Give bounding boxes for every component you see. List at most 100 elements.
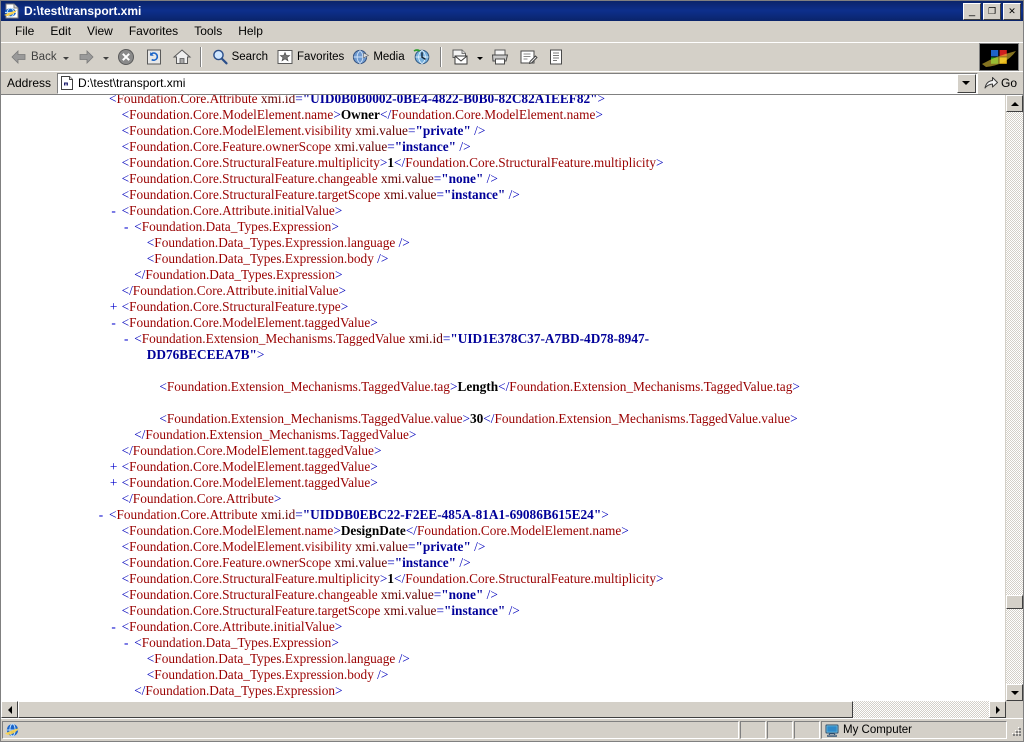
menu-edit[interactable]: Edit xyxy=(42,22,79,40)
xml-punct: < xyxy=(121,539,130,554)
status-pane-2 xyxy=(740,721,766,739)
xml-line-content: <Foundation.Core.ModelElement.visibility… xyxy=(122,539,486,555)
xml-punct: > xyxy=(256,347,265,362)
xml-tag: Foundation.Core.ModelElement.name xyxy=(391,107,596,122)
xml-punct: </ xyxy=(394,155,406,170)
menu-file[interactable]: File xyxy=(7,22,42,40)
scroll-up-button[interactable] xyxy=(1006,95,1023,112)
xml-val: "UID1E378C37-A7BD-4D78-8947- xyxy=(450,331,650,346)
security-zone-pane[interactable]: My Computer xyxy=(821,721,1007,739)
security-zone-label: My Computer xyxy=(843,724,913,736)
xml-punct: </ xyxy=(405,523,418,538)
xml-punct: < xyxy=(134,635,142,650)
xml-tag: Foundation.Data_Types.Expression.languag… xyxy=(154,235,396,250)
vertical-scroll-track[interactable] xyxy=(1006,112,1023,684)
collapse-toggle-icon[interactable]: - xyxy=(121,635,131,651)
menu-tools[interactable]: Tools xyxy=(186,22,230,40)
address-dropdown-button[interactable] xyxy=(956,73,976,93)
arrow-down-icon xyxy=(1010,690,1019,695)
scroll-right-button[interactable] xyxy=(989,701,1006,718)
stop-button[interactable] xyxy=(112,45,140,69)
xml-line: </Foundation.Data_Types.Expression> xyxy=(1,267,1005,283)
back-dropdown-icon[interactable] xyxy=(62,57,69,60)
collapse-toggle-icon[interactable]: - xyxy=(121,219,131,235)
xml-line-content: <Foundation.Core.ModelElement.taggedValu… xyxy=(122,459,378,475)
address-input[interactable]: D:\test\transport.xmi xyxy=(57,72,978,94)
xml-eq: = xyxy=(387,555,395,570)
arrow-right-icon xyxy=(995,705,1000,714)
mail-dropdown-icon[interactable] xyxy=(476,57,483,60)
xml-punct: > xyxy=(331,635,339,650)
back-button[interactable]: Back xyxy=(5,45,60,69)
collapse-toggle-icon[interactable]: - xyxy=(96,507,106,523)
restore-button[interactable]: ❐ xyxy=(983,2,1001,20)
horizontal-scroll-track[interactable] xyxy=(18,701,989,718)
xml-tag: Foundation.Core.StructuralFeature.multip… xyxy=(405,571,656,586)
xml-attr: xmi.value xyxy=(351,539,408,554)
expand-toggle-icon[interactable]: + xyxy=(109,475,119,491)
xml-punct: > xyxy=(335,683,343,698)
menu-help[interactable]: Help xyxy=(230,22,271,40)
scroll-down-button[interactable] xyxy=(1006,684,1023,701)
go-button[interactable]: Go xyxy=(978,75,1023,92)
xml-document-view[interactable]: <Foundation.Core.Attribute xmi.id="UID0B… xyxy=(1,95,1005,701)
history-button[interactable] xyxy=(408,45,436,69)
collapse-toggle-icon[interactable]: - xyxy=(109,315,119,331)
xml-punct: /> xyxy=(373,667,389,682)
vertical-scrollbar[interactable] xyxy=(1005,95,1023,701)
address-value: D:\test\transport.xmi xyxy=(78,76,186,90)
xml-punct: < xyxy=(121,555,130,570)
forward-button[interactable] xyxy=(72,45,100,69)
xml-attr: xmi.value xyxy=(380,603,437,618)
favorites-button[interactable]: Favorites xyxy=(271,45,347,69)
xml-line-content: <Foundation.Data_Types.Expression.langua… xyxy=(147,235,410,251)
close-button[interactable]: ✕ xyxy=(1003,2,1021,20)
mail-button[interactable] xyxy=(446,45,474,69)
collapse-toggle-icon[interactable]: - xyxy=(109,203,119,219)
stop-icon xyxy=(115,46,137,68)
collapse-toggle-icon[interactable]: - xyxy=(121,331,131,347)
expand-toggle-icon[interactable]: + xyxy=(109,299,119,315)
xml-line: <Foundation.Core.ModelElement.name>Owner… xyxy=(1,107,1005,123)
search-button[interactable]: Search xyxy=(206,45,271,69)
xml-punct: > xyxy=(595,107,603,122)
xml-punct: > xyxy=(370,315,378,330)
edit-button[interactable] xyxy=(514,45,542,69)
history-icon xyxy=(411,46,433,68)
status-pane-4 xyxy=(794,721,820,739)
xml-punct: </ xyxy=(134,427,146,442)
horizontal-scroll-thumb[interactable] xyxy=(18,701,854,718)
xml-punct: < xyxy=(121,107,130,122)
home-button[interactable] xyxy=(168,45,196,69)
print-button[interactable] xyxy=(486,45,514,69)
back-arrow-icon xyxy=(8,46,30,68)
expand-toggle-icon[interactable]: + xyxy=(109,459,119,475)
xml-line: - <Foundation.Core.Attribute.initialValue… xyxy=(1,619,1005,635)
vertical-scroll-thumb[interactable] xyxy=(1006,595,1023,610)
menu-favorites[interactable]: Favorites xyxy=(121,22,186,40)
xml-punct: < xyxy=(121,315,130,330)
xml-line-content: <Foundation.Data_Types.Expression.body /… xyxy=(147,251,389,267)
refresh-button[interactable] xyxy=(140,45,168,69)
xml-line: <Foundation.Core.StructuralFeature.chang… xyxy=(1,587,1005,603)
menu-view[interactable]: View xyxy=(79,22,121,40)
xml-punct: > xyxy=(655,155,664,170)
xml-punct: > xyxy=(334,619,343,634)
resize-grip[interactable] xyxy=(1007,722,1023,738)
media-label: Media xyxy=(373,51,405,63)
discuss-button[interactable] xyxy=(542,45,570,69)
media-button[interactable]: Media xyxy=(347,45,407,69)
minimize-button[interactable]: _ xyxy=(963,2,981,20)
horizontal-scrollbar[interactable] xyxy=(1,701,1023,718)
window-title: D:\test\transport.xmi xyxy=(24,4,142,18)
xml-punct: </ xyxy=(134,683,146,698)
xml-line-content: </Foundation.Extension_Mechanisms.Tagged… xyxy=(134,427,416,443)
xml-line: </Foundation.Core.Attribute.initialValue… xyxy=(1,283,1005,299)
title-bar: D:\test\transport.xmi _ ❐ ✕ xyxy=(1,1,1023,21)
collapse-toggle-icon[interactable]: - xyxy=(109,619,119,635)
forward-dropdown-icon[interactable] xyxy=(102,57,109,60)
scroll-left-button[interactable] xyxy=(1,701,18,718)
xml-val: DD76BECEEA7B" xyxy=(146,347,257,362)
xml-tag: Foundation.Extension_Mechanisms.TaggedVa… xyxy=(141,331,406,346)
xml-attr: xmi.value xyxy=(331,555,388,570)
